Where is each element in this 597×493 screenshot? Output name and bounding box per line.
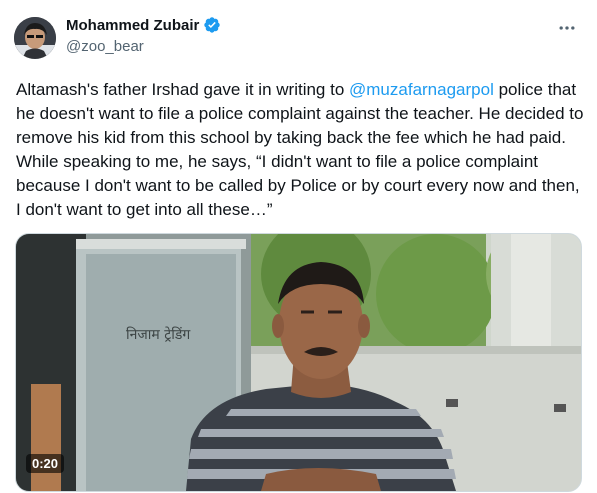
avatar[interactable] [14,17,56,59]
video-frame: निजाम ट्रेडिंग [16,234,581,491]
author-handle[interactable]: @zoo_bear [66,38,144,55]
tweet-card[interactable]: Mohammed Zubair @zoo_bear Altamash's fat… [0,0,597,493]
verified-badge-icon [203,16,221,34]
mention-link[interactable]: @muzafarnagarpol [349,80,494,99]
video-player[interactable]: निजाम ट्रेडिंग [15,233,582,492]
more-options-icon[interactable] [557,18,581,38]
tweet-text-before: Altamash's father Irshad gave it in writ… [16,80,350,99]
shop-sign-text: निजाम ट्रेडिंग [126,326,191,343]
tweet-text: Altamash's father Irshad gave it in writ… [16,78,586,222]
author-name[interactable]: Mohammed Zubair [66,17,199,34]
tweet-text-after: police that he doesn't want to file a po… [16,80,584,219]
video-duration-badge: 0:20 [26,454,65,473]
avatar-image [14,17,56,59]
